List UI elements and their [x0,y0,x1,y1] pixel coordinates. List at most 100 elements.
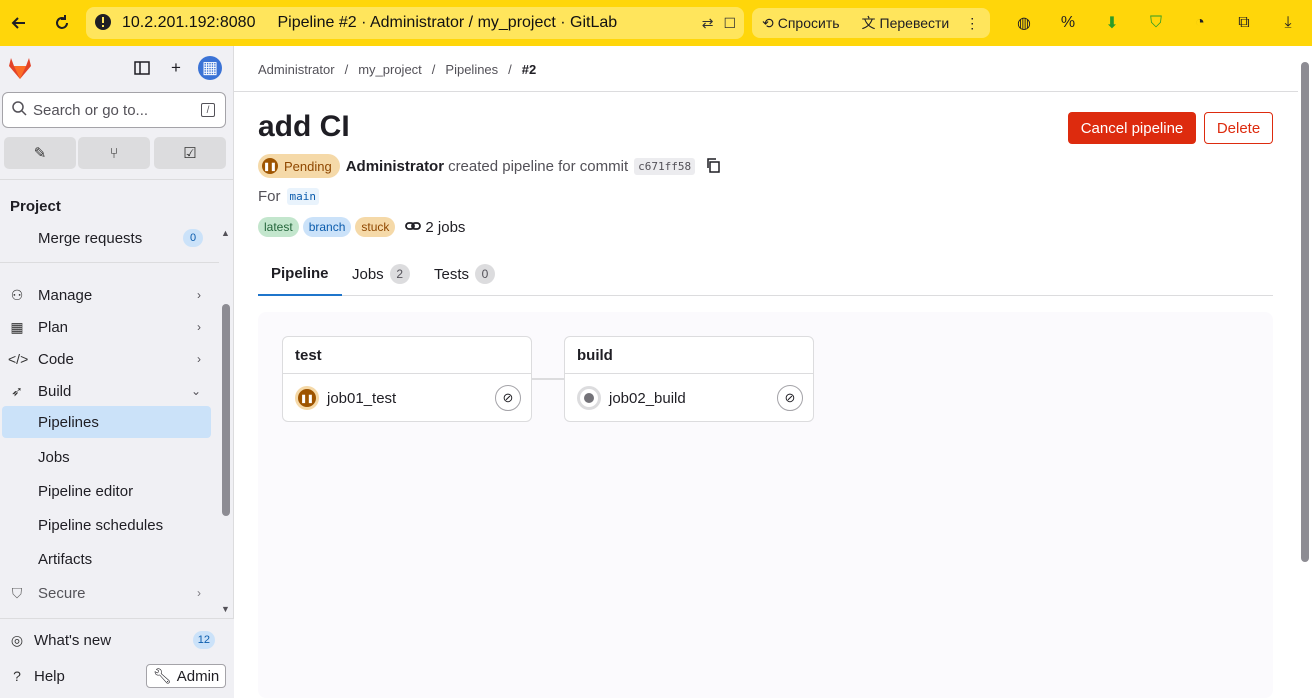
stage-name: build [565,337,813,374]
extensions: ◍ % ⬇ ⛉ ◔ ⧉ ⤓ [1010,10,1302,36]
merge-request-icon: ⑂ [109,144,119,162]
todo-icon: ☑ [183,145,197,162]
cancel-job-icon[interactable]: ⊘ [495,385,521,411]
sidebar: + ▦ Search or go to... / ✎ ⑂ ☑ Project M… [0,46,234,698]
delete-button[interactable]: Delete [1204,112,1273,144]
pending-status-icon: ❚❚ [295,386,319,410]
cancel-job-icon[interactable]: ⊘ [777,385,803,411]
wrench-icon: 🔧︎ [152,668,172,685]
page-scrollbar[interactable] [1298,46,1312,698]
search-input[interactable]: Search or go to... / [2,92,226,128]
shield-ext-icon[interactable]: ⛉ [1142,10,1170,36]
rocket-icon: ➶ [11,382,23,399]
stage-test: test ❚❚ job01_test ⊘ [282,336,532,422]
sidebar-item-pipelines[interactable]: Pipelines [2,406,211,438]
pipeline-status-line: ❚❚ Pending Administrator created pipelin… [258,154,721,178]
sidebar-item-pipeline-schedules[interactable]: Pipeline schedules [0,509,219,541]
tests-count: 0 [475,264,496,284]
compass-icon: ◎ [10,631,24,648]
gitlab-logo-icon[interactable] [6,54,34,82]
tag-latest: latest [258,217,299,237]
sidebar-item-merge-requests[interactable]: Merge requests 0 [0,222,219,254]
scroll-up-icon[interactable]: ▲ [221,228,230,238]
browser-toolbar: 10.2.201.192:8080 Pipeline #2 · Administ… [0,0,1312,46]
translate-page-icon[interactable]: ⇄ [702,15,714,32]
globe-icon[interactable]: ◍ [1010,10,1038,36]
breadcrumb-current[interactable]: #2 [522,62,536,77]
merge-requests-count: 0 [183,229,203,247]
avatar[interactable]: ▦ [198,56,222,80]
main-content: Administrator / my_project / Pipelines /… [234,46,1298,698]
sidebar-item-pipeline-editor[interactable]: Pipeline editor [0,475,219,507]
users-icon: ⚇ [10,286,24,303]
pause-icon: ❚❚ [262,158,278,174]
breadcrumb-item[interactable]: my_project [358,62,422,77]
percent-icon[interactable]: % [1054,10,1082,36]
code-icon: </> [8,351,29,367]
sidebar-item-secure[interactable]: ⛉ Secure › [0,577,219,609]
todo-button[interactable]: ☑ [154,137,226,169]
toggle-sidebar-icon[interactable] [130,56,154,80]
address-bar[interactable]: 10.2.201.192:8080 Pipeline #2 · Administ… [86,7,744,39]
sidebar-item-artifacts[interactable]: Artifacts [0,543,219,575]
help-item[interactable]: ? Help [0,660,140,692]
chevron-right-icon: › [197,586,201,600]
commit-sha[interactable]: c671ff58 [634,157,696,175]
downloads-icon[interactable]: ⤓ [1274,10,1302,36]
tab-tests[interactable]: Tests 0 [434,252,496,296]
tab-pipeline[interactable]: Pipeline [258,252,342,296]
shield-icon: ⛉ [11,584,23,601]
tag-stuck[interactable]: stuck [355,217,396,237]
whats-new-item[interactable]: ◎ What's new 12 [0,624,219,656]
back-icon[interactable] [5,9,33,37]
cancel-pipeline-button[interactable]: Cancel pipeline [1068,112,1196,144]
bookmark-icon[interactable]: ☐ [723,15,736,32]
timer-icon[interactable]: ◔ [1186,10,1214,36]
created-status-icon [577,386,601,410]
search-icon [11,100,27,120]
ask-button[interactable]: ⟲ Спросить [762,15,840,32]
jobs-summary: 2 jobs [405,219,465,236]
copy-icon[interactable] [705,157,721,176]
sidebar-item-plan[interactable]: ▦ Plan › [0,311,219,343]
puzzle-icon[interactable]: ⧉ [1230,10,1258,36]
pipeline-graph: test ❚❚ job01_test ⊘ build job02_build ⊘ [258,312,1273,698]
sidebar-scrollbar[interactable] [222,304,230,516]
scroll-thumb[interactable] [1301,62,1309,562]
issues-button[interactable]: ✎ [4,137,76,169]
jobs-count: 2 [389,264,410,284]
reload-icon[interactable] [48,9,76,37]
sidebar-item-jobs[interactable]: Jobs [0,441,219,473]
ai-tools: ⟲ Спросить 文 Перевести ⋮ [752,8,990,38]
branch-ref[interactable]: main [286,188,319,205]
download-ext-icon[interactable]: ⬇ [1098,10,1126,36]
tab-jobs[interactable]: Jobs 2 [352,252,410,296]
sidebar-item-build[interactable]: ➶ Build ⌄ [0,375,219,407]
tab-title: Pipeline #2 · Administrator / my_project… [277,14,618,31]
breadcrumb-separator: / [508,62,512,77]
insecure-icon[interactable] [94,13,120,34]
breadcrumb-item[interactable]: Pipelines [445,62,498,77]
more-icon[interactable]: ⋮ [965,15,979,32]
admin-button[interactable]: 🔧︎ Admin [146,664,226,688]
scroll-down-icon[interactable]: ▼ [221,604,230,614]
author-link[interactable]: Administrator [346,158,444,175]
breadcrumb-item[interactable]: Administrator [258,62,335,77]
section-project[interactable]: Project [10,198,61,215]
job-item[interactable]: ❚❚ job01_test ⊘ [283,374,531,422]
plus-icon[interactable]: + [164,56,188,80]
merge-requests-button[interactable]: ⑂ [78,137,150,169]
stage-connector [530,378,564,380]
chevron-down-icon: ⌄ [190,384,201,398]
divider [234,91,1298,92]
translate-button[interactable]: 文 Перевести [862,13,950,33]
job-item[interactable]: job02_build ⊘ [565,374,813,422]
sidebar-item-code[interactable]: </> Code › [0,343,219,375]
breadcrumb-separator: / [431,62,436,77]
sidebar-item-manage[interactable]: ⚇ Manage › [0,279,219,311]
job-name: job02_build [609,389,686,407]
help-icon: ? [13,668,21,684]
pipeline-tags: latest branch stuck 2 jobs [258,217,465,237]
search-shortcut: / [201,103,215,117]
status-badge[interactable]: ❚❚ Pending [258,154,340,178]
